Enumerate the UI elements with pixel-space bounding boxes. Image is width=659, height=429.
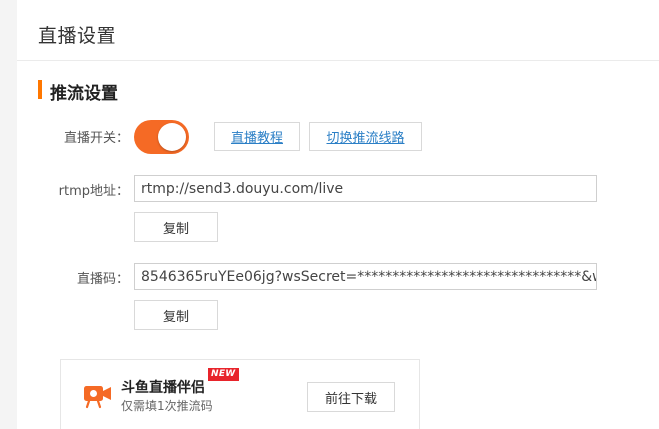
- companion-app-subtitle: 仅需填1次推流码: [121, 399, 213, 413]
- section-title: 推流设置: [50, 84, 118, 104]
- settings-panel: 直播设置 推流设置 直播开关： 直播教程 切换推流线路 rtmp地址： rtmp…: [17, 0, 659, 429]
- video-camera-icon: [84, 386, 111, 409]
- companion-app-card: 斗鱼直播伴侣 NEW 仅需填1次推流码 前往下载: [60, 359, 420, 429]
- download-button[interactable]: 前往下载: [307, 382, 395, 412]
- section-accent-bar: [38, 80, 42, 99]
- copy-stream-code-button[interactable]: 复制: [134, 300, 218, 330]
- rtmp-label: rtmp地址：: [58, 184, 129, 199]
- page-title: 直播设置: [38, 25, 117, 47]
- live-switch-toggle[interactable]: [134, 120, 189, 154]
- tutorial-link-button[interactable]: 直播教程: [214, 122, 300, 151]
- stream-code-field[interactable]: 8546365ruYEe06jg?wsSecret=**************…: [134, 263, 597, 290]
- toggle-knob: [158, 123, 186, 151]
- switch-line-link-button[interactable]: 切换推流线路: [309, 122, 422, 151]
- title-divider: [17, 60, 659, 61]
- new-badge: NEW: [208, 368, 239, 381]
- rtmp-address-field[interactable]: rtmp://send3.douyu.com/live: [134, 175, 597, 202]
- stream-code-label: 直播码：: [76, 272, 129, 287]
- copy-rtmp-button[interactable]: 复制: [134, 212, 218, 242]
- live-switch-label: 直播开关：: [63, 131, 129, 146]
- companion-app-name: 斗鱼直播伴侣: [121, 380, 205, 396]
